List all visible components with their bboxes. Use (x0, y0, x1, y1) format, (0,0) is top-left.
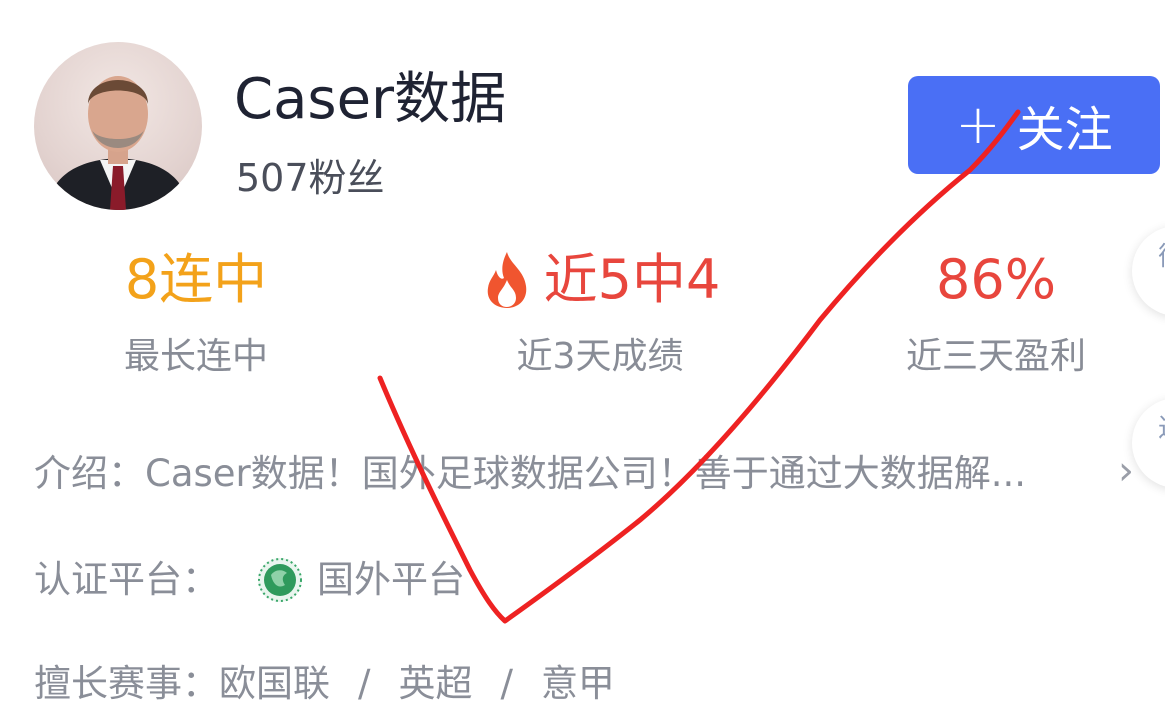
fans-count: 507粉丝 (236, 156, 385, 200)
follow-label: 关注 (1016, 102, 1113, 158)
intro-text: Caser数据！国外足球数据公司！善于通过大数据解... (145, 452, 1027, 495)
fire-icon (480, 250, 534, 310)
intro-prefix: 介绍： (34, 452, 145, 495)
specialty-item: 意甲 (540, 662, 615, 705)
intro-row[interactable]: 介绍：Caser数据！国外足球数据公司！善于通过大数据解... (34, 446, 1054, 502)
platform-logo-icon (257, 557, 303, 603)
specialty-prefix: 擅长赛事： (34, 662, 219, 705)
stat-recent-results: 近5中4 近3天成绩 (440, 240, 760, 382)
avatar-photo (46, 76, 190, 210)
avatar[interactable] (34, 42, 202, 210)
stat-label: 近3天成绩 (516, 336, 684, 377)
specialty-separator: / (358, 662, 371, 705)
specialty-item: 欧国联 (219, 662, 330, 705)
stat-label: 最长连中 (123, 336, 268, 377)
stat-profit: 86% 近三天盈利 (836, 240, 1156, 382)
follow-button[interactable]: + 关注 (908, 76, 1160, 174)
platform-prefix: 认证平台： (34, 558, 219, 601)
plus-icon: + (955, 93, 1001, 156)
stat-label: 近三天盈利 (905, 336, 1086, 377)
chevron-right-icon[interactable]: › (1118, 448, 1134, 494)
specialty-row: 擅长赛事：欧国联 / 英超 / 意甲 (34, 656, 615, 712)
platform-name: 国外平台 (317, 558, 465, 601)
specialty-item: 英超 (398, 662, 473, 705)
profile-name: Caser数据 (234, 67, 507, 132)
stat-value-row: 近5中4 (440, 240, 760, 320)
specialty-separator: / (500, 662, 513, 705)
side-tab-button[interactable]: 过 (1132, 398, 1165, 488)
side-tab-label: 循 (1158, 236, 1165, 273)
stat-value: 86% (935, 248, 1057, 311)
stat-value: 8连中 (124, 248, 268, 311)
stat-streak: 8连中 最长连中 (36, 240, 356, 382)
platform-row: 认证平台： 国外平台 (34, 552, 465, 608)
side-tab-label: 过 (1158, 408, 1165, 445)
stat-value: 近5中4 (543, 248, 721, 311)
